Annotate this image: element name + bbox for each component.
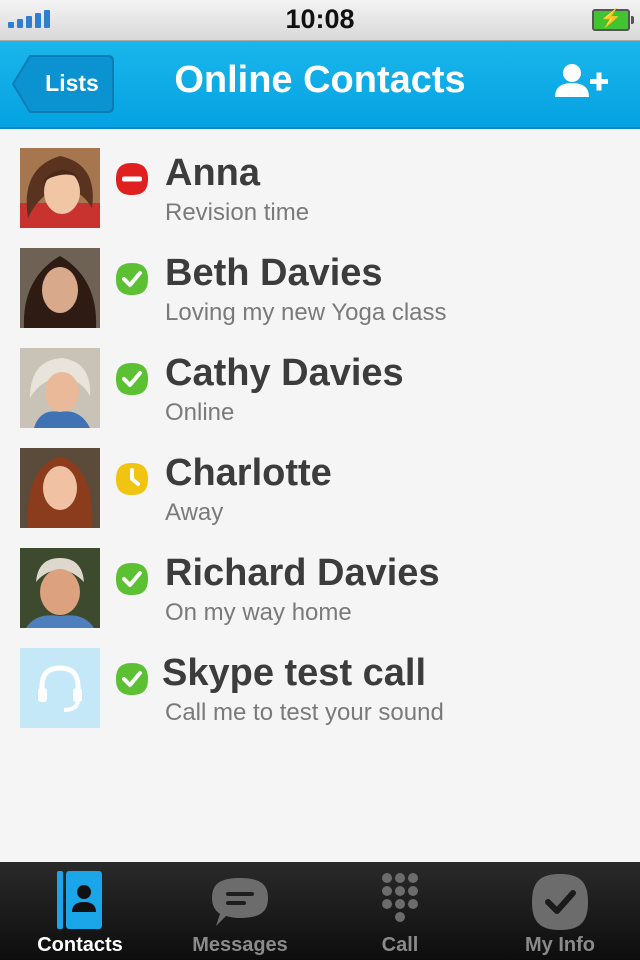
busy-status-icon	[116, 163, 148, 195]
contact-row[interactable]: Skype test call Call me to test your sou…	[0, 630, 640, 730]
avatar	[20, 548, 100, 628]
tab-bar: Contacts Messages Call My Info	[0, 862, 640, 960]
page-title: Online Contacts	[174, 59, 466, 101]
contacts-icon	[57, 871, 102, 929]
avatar	[20, 448, 100, 528]
contact-row[interactable]: Richard Davies On my way home	[0, 530, 640, 630]
contact-mood: Online	[165, 399, 235, 426]
navigation-bar: Lists Online Contacts	[0, 41, 640, 129]
status-bar: 10:08 ⚡	[0, 0, 640, 41]
online-status-icon	[116, 663, 148, 695]
contact-name: Beth Davies	[165, 252, 383, 294]
tab-my-info[interactable]: My Info	[480, 862, 640, 960]
contact-mood: Loving my new Yoga class	[165, 299, 447, 326]
online-status-icon	[116, 363, 148, 395]
dialpad-icon	[382, 873, 418, 922]
contact-name: Skype test call	[162, 652, 427, 694]
avatar	[20, 148, 100, 228]
contact-row[interactable]: Charlotte Away	[0, 430, 640, 530]
avatar	[20, 248, 100, 328]
add-contact-icon	[555, 64, 608, 97]
headset-icon	[20, 648, 100, 728]
online-status-icon	[116, 563, 148, 595]
messages-icon	[212, 878, 268, 926]
contact-name: Cathy Davies	[165, 352, 404, 394]
away-status-icon	[116, 463, 148, 495]
contact-row[interactable]: Cathy Davies Online	[0, 330, 640, 430]
echo-avatar	[20, 648, 100, 728]
contact-list: Anna Revision time Beth Davies Loving my…	[0, 130, 640, 730]
tab-label: Messages	[192, 934, 288, 956]
tab-label: Call	[381, 934, 419, 956]
contact-mood: Call me to test your sound	[165, 699, 444, 726]
contact-row[interactable]: Beth Davies Loving my new Yoga class	[0, 230, 640, 330]
status-time: 10:08	[285, 4, 355, 34]
tab-call[interactable]: Call	[320, 862, 480, 960]
tab-contacts[interactable]: Contacts	[0, 862, 160, 960]
contact-mood: Revision time	[165, 199, 310, 226]
contact-row[interactable]: Anna Revision time	[0, 130, 640, 230]
contact-mood: Away	[165, 499, 224, 526]
my-info-icon	[532, 874, 588, 930]
contact-mood: On my way home	[165, 599, 352, 626]
contact-name: Charlotte	[165, 452, 332, 494]
tab-label: Contacts	[37, 934, 123, 956]
contact-name: Richard Davies	[165, 552, 440, 594]
tab-label: My Info	[525, 934, 595, 956]
battery-icon: ⚡	[592, 8, 634, 31]
add-contact-button[interactable]	[554, 63, 610, 103]
contact-name: Anna	[165, 152, 260, 194]
avatar	[20, 348, 100, 428]
tab-messages[interactable]: Messages	[160, 862, 320, 960]
online-status-icon	[116, 263, 148, 295]
